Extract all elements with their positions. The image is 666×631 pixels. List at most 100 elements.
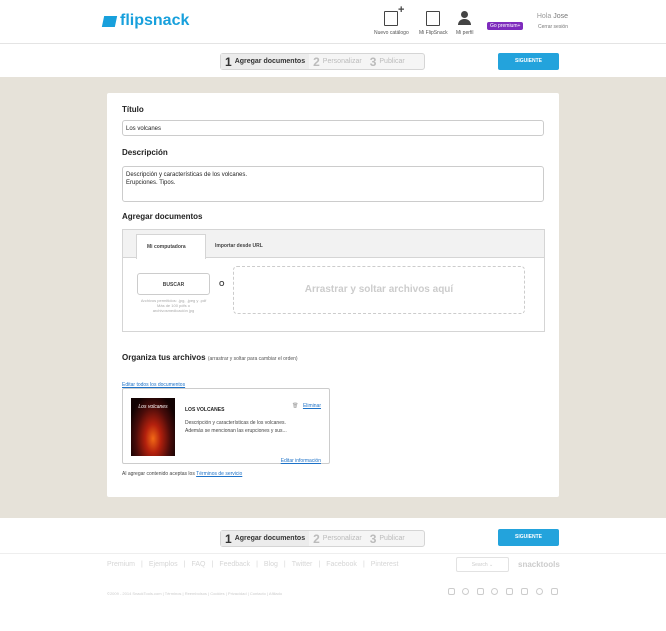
profile-icon: [457, 11, 472, 26]
drop-zone[interactable]: Arrastrar y soltar archivos aquí: [233, 266, 525, 314]
legal-link[interactable]: Afiliado: [269, 591, 282, 596]
tab-my-computer[interactable]: Mi computadora: [136, 234, 206, 259]
footer-link[interactable]: Premium: [107, 561, 135, 568]
copyright: ©2009 - 2014 SnackTools.com: [107, 591, 162, 596]
next-button[interactable]: SIGUIENTE: [498, 53, 559, 70]
next-button[interactable]: SIGUIENTE: [498, 529, 559, 546]
file-hint: Archivos permitidos: .jpg, .jpeg y .pdf …: [137, 298, 210, 313]
step-bar-bottom: 1 Agregar documentos 2 Personalizar 3 Pu…: [0, 522, 666, 554]
nav-new-catalog[interactable]: Nuevo catálogo: [374, 4, 409, 36]
social-icon-4[interactable]: [491, 588, 498, 595]
document-thumbnail[interactable]: Los volcanes: [131, 398, 175, 456]
footer-sep: |: [283, 561, 286, 568]
add-documents-label: Agregar documentos: [122, 212, 203, 221]
upload-card: Título Los volcanes Descripción Descripc…: [107, 93, 559, 497]
upload-tabs: Mi computadora Importar desde URL: [123, 230, 544, 259]
step-number: 1: [225, 531, 232, 546]
footer-sep: |: [183, 561, 186, 568]
legal-link[interactable]: Reembolsos: [185, 591, 207, 596]
tab-import-url[interactable]: Importar desde URL: [205, 234, 273, 259]
step-number: 3: [369, 531, 377, 546]
delete-action[interactable]: 🗑 Eliminar: [292, 394, 321, 412]
footer-link[interactable]: Blog: [264, 561, 278, 568]
nav-new-catalog-label: Nuevo catálogo: [374, 30, 409, 36]
brand-logo[interactable]: flipsnack: [101, 12, 190, 30]
step-number: 3: [369, 54, 377, 69]
step-add-documents[interactable]: 1 Agregar documentos: [221, 531, 310, 546]
social-icon-5[interactable]: [506, 588, 513, 595]
new-catalog-icon: [384, 4, 404, 26]
document-description-line: Descripción y características de los vol…: [185, 420, 286, 426]
footer-link[interactable]: Facebook: [326, 561, 357, 568]
snacktools-logo[interactable]: snacktools: [518, 560, 560, 569]
nav-profile[interactable]: Mi perfil: [456, 11, 474, 36]
footer-link[interactable]: Ejemplos: [149, 561, 178, 568]
edit-info-wrap: Editar información: [281, 449, 321, 467]
step-customize[interactable]: 2 Personalizar: [309, 531, 366, 546]
terms-prefix: Al agregar contenido aceptas los: [122, 471, 195, 477]
nav-my-flipsnack-label: Mi FlipSnack: [419, 30, 448, 36]
social-icon-1[interactable]: [448, 588, 455, 595]
greeting-prefix: Hola: [536, 13, 552, 20]
title-input[interactable]: Los volcanes: [122, 120, 544, 136]
nav-profile-label: Mi perfil: [456, 30, 474, 36]
document-description-line: Además se mencionan las erupciones y sus…: [185, 428, 287, 434]
step-label: Agregar documentos: [234, 535, 306, 542]
terms-link[interactable]: Términos de servicio: [196, 471, 242, 477]
premium-badge[interactable]: Go premium+: [487, 22, 524, 30]
document-item[interactable]: Los volcanes 🗑 Eliminar LOS VOLCANES Des…: [122, 388, 330, 464]
logout-link[interactable]: Cerrar sesión: [538, 24, 568, 30]
social-icon-8[interactable]: [551, 588, 558, 595]
footer-link[interactable]: Pinterest: [371, 561, 399, 568]
step-bar-top: 1 Agregar documentos 2 Personalizar 3 Pu…: [0, 45, 666, 77]
organize-hint: (arrastrar y soltar para cambiar el orde…: [207, 356, 298, 362]
main-stage: Título Los volcanes Descripción Descripc…: [0, 77, 666, 518]
step-label: Personalizar: [322, 58, 362, 65]
footer-search[interactable]: Search ⌄: [456, 557, 509, 572]
footer-sep: |: [318, 561, 321, 568]
description-line: Descripción y características de los vol…: [126, 172, 248, 178]
document-description: Descripción y características de los vol…: [185, 419, 325, 435]
edit-info-link[interactable]: Editar información: [281, 458, 321, 464]
flipsnack-logo-icon: [101, 15, 118, 27]
footer-sep: |: [211, 561, 214, 568]
legal-link[interactable]: Privacidad: [228, 591, 247, 596]
footer-link[interactable]: Feedback: [219, 561, 250, 568]
browse-button[interactable]: BUSCAR: [137, 273, 210, 295]
legal-link[interactable]: Cookies: [210, 591, 224, 596]
legal-link[interactable]: Términos: [165, 591, 182, 596]
footer-links: Premium | Ejemplos | FAQ | Feedback | Blog | …: [107, 561, 398, 568]
description-textarea[interactable]: Descripción y características de los vol…: [122, 166, 544, 202]
social-icon-6[interactable]: [521, 588, 528, 595]
step-label: Publicar: [379, 535, 405, 542]
step-label: Personalizar: [322, 535, 362, 542]
step-progress: 1 Agregar documentos 2 Personalizar 3 Pu…: [220, 530, 425, 547]
user-greeting: Hola Jose Cerrar sesión: [537, 12, 568, 32]
top-header: flipsnack Nuevo catálogo Mi FlipSnack Mi…: [0, 0, 666, 44]
brand-name: flipsnack: [120, 12, 190, 29]
nav-my-flipsnack[interactable]: Mi FlipSnack: [419, 11, 448, 36]
step-number: 2: [313, 531, 320, 546]
step-publish[interactable]: 3 Publicar: [366, 54, 409, 69]
footer-link[interactable]: FAQ: [191, 561, 205, 568]
footer-sep: |: [362, 561, 365, 568]
step-number: 1: [225, 54, 232, 69]
legal-link[interactable]: Contacto: [250, 591, 266, 596]
trash-icon: 🗑: [292, 403, 299, 409]
footer-link[interactable]: Twitter: [292, 561, 313, 568]
social-icon-2[interactable]: [462, 588, 469, 595]
search-placeholder: Search: [471, 562, 488, 568]
step-customize[interactable]: 2 Personalizar: [309, 54, 366, 69]
social-icon-3[interactable]: [477, 588, 484, 595]
file-hint-line: archivosmedicación jpg: [152, 308, 195, 313]
flipsnack-icon: [426, 11, 441, 26]
thumbnail-title: Los volcanes: [138, 404, 168, 410]
upload-panel: Mi computadora Importar desde URL BUSCAR…: [122, 229, 545, 332]
step-publish[interactable]: 3 Publicar: [366, 531, 409, 546]
title-label: Título: [122, 105, 144, 114]
social-icon-7[interactable]: [536, 588, 543, 595]
step-add-documents[interactable]: 1 Agregar documentos: [221, 54, 310, 69]
footer-sep: |: [141, 561, 143, 568]
user-name: Jose: [553, 13, 568, 20]
delete-link[interactable]: Eliminar: [303, 403, 321, 409]
